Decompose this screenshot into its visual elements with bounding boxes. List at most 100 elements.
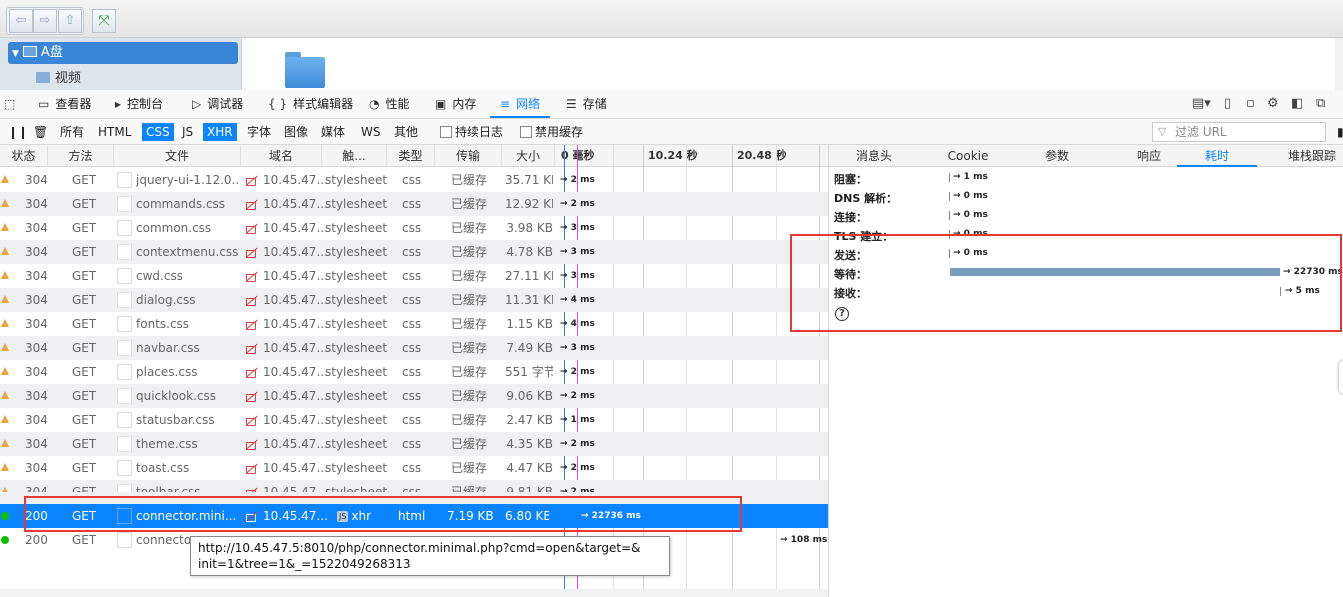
tree-item-video[interactable]: 视频 xyxy=(36,70,81,88)
filter-other[interactable]: 其他 xyxy=(390,123,422,141)
forward-button[interactable]: ⇨ xyxy=(33,9,57,33)
filter-media[interactable]: 媒体 xyxy=(317,123,349,141)
filter-all[interactable]: 所有 xyxy=(56,123,88,141)
devtools-toolbar: ⬚ ▭ 查看器 ▸ 控制台 ▷ 调试器 { } 样式编辑器 ◔ 性能 ▣ 内存 ≡ 网络 ☰ 存… xyxy=(0,90,1343,119)
file-thumbnail xyxy=(117,340,132,356)
clear-button[interactable]: 🗑 xyxy=(29,123,52,141)
table-row[interactable]: 304 GET quicklook.css 10.45.47... styles… xyxy=(0,384,828,408)
split-console-button[interactable]: ▯ xyxy=(1224,90,1231,118)
tree-item-root[interactable]: ▼ A盘 xyxy=(8,42,238,64)
performance-icon: ◔ xyxy=(369,97,380,111)
table-row[interactable]: 304 GET toolbar.css 10.45.47... styleshe… xyxy=(0,480,828,492)
table-row[interactable]: 304 GET toast.css 10.45.47... stylesheet… xyxy=(0,456,828,480)
timing-label-blocked: 阻塞： xyxy=(834,173,867,186)
col-method[interactable]: 方法 xyxy=(48,145,114,167)
filter-html[interactable]: HTML xyxy=(94,123,135,141)
tab-performance[interactable]: ◔ 性能 xyxy=(369,90,410,118)
file-thumbnail xyxy=(117,412,132,428)
tab-headers[interactable]: 消息头 xyxy=(839,145,909,167)
persist-log-checkbox[interactable]: 持续日志 xyxy=(440,124,503,140)
inspector-icon: ▭ xyxy=(38,97,50,111)
filter-js[interactable]: JS xyxy=(178,123,197,141)
fullscreen-icon: ⤧ xyxy=(98,13,110,29)
up-button[interactable]: ⇧ xyxy=(58,9,82,33)
filter-bar: ❙❙ 🗑 所有 HTML CSS JS XHR 字体 图像 媒体 WS 其他 持… xyxy=(0,119,1343,145)
warning-icon xyxy=(1,415,9,423)
tab-params[interactable]: 参数 xyxy=(1022,145,1092,167)
table-row[interactable]: 304 GET commands.css 10.45.47... stylesh… xyxy=(0,192,828,216)
tab-storage[interactable]: ☰ 存储 xyxy=(566,90,607,118)
timing-marker xyxy=(949,192,950,201)
panel-toggle-icon: ▮ xyxy=(1337,125,1343,139)
tab-response[interactable]: 响应 xyxy=(1114,145,1184,167)
folder-icon[interactable] xyxy=(285,52,325,88)
waterfall-timing: → 2 ms xyxy=(560,391,595,401)
col-size[interactable]: 大小 xyxy=(502,145,555,167)
tab-network[interactable]: ≡ 网络 xyxy=(490,90,551,118)
timing-marker xyxy=(949,211,950,220)
table-row[interactable]: 304 GET cwd.css 10.45.47... stylesheet c… xyxy=(0,264,828,288)
disk-icon xyxy=(22,46,37,57)
file-manager-toolbar: ⇦ ⇨ ⇧ ⤧ xyxy=(0,0,1343,38)
col-type[interactable]: 类型 xyxy=(387,145,435,167)
tab-style-editor[interactable]: { } 样式编辑器 xyxy=(268,90,353,118)
split-console-icon: ▯ xyxy=(1224,96,1232,111)
fullscreen-button[interactable]: ⤧ xyxy=(92,9,116,33)
back-button[interactable]: ⇦ xyxy=(9,9,33,33)
insecure-lock-icon xyxy=(245,414,258,426)
horizontal-scrollbar[interactable] xyxy=(0,589,828,597)
waterfall-timing: → 2 ms xyxy=(560,367,595,377)
dock-side-button[interactable]: ◧ xyxy=(1291,90,1303,118)
table-row[interactable]: 304 GET navbar.css 10.45.47... styleshee… xyxy=(0,336,828,360)
filter-font[interactable]: 字体 xyxy=(243,123,275,141)
pause-button[interactable]: ❙❙ xyxy=(4,123,32,141)
tab-inspector[interactable]: ▭ 查看器 xyxy=(38,90,91,118)
waterfall-timing: → 108 ms xyxy=(780,535,828,545)
edge-handle[interactable] xyxy=(1339,360,1343,394)
insecure-lock-icon xyxy=(245,342,258,354)
dock-menu-button[interactable]: ▤▾ xyxy=(1192,90,1211,118)
element-picker-button[interactable]: ⬚ xyxy=(4,90,21,118)
warning-icon xyxy=(1,175,9,183)
table-row[interactable]: 304 GET dialog.css 10.45.47... styleshee… xyxy=(0,288,828,312)
tab-debugger[interactable]: ▷ 调试器 xyxy=(192,90,243,118)
tab-console[interactable]: ▸ 控制台 xyxy=(115,90,163,118)
col-domain[interactable]: 域名 xyxy=(241,145,322,167)
filter-ws[interactable]: WS xyxy=(357,123,384,141)
table-row[interactable]: 304 GET places.css 10.45.47... styleshee… xyxy=(0,360,828,384)
tab-stack-trace[interactable]: 堆栈跟踪 xyxy=(1277,145,1343,167)
table-row[interactable]: 304 GET common.css 10.45.47... styleshee… xyxy=(0,216,828,240)
arrow-right-icon: ⇨ xyxy=(39,13,51,28)
col-transfer[interactable]: 传输 xyxy=(435,145,502,167)
file-thumbnail xyxy=(117,364,132,380)
col-cause[interactable]: 触... xyxy=(322,145,387,167)
responsive-button[interactable]: ▫ xyxy=(1246,90,1255,118)
col-file[interactable]: 文件 xyxy=(114,145,241,167)
table-row[interactable]: 304 GET fonts.css 10.45.47... stylesheet… xyxy=(0,312,828,336)
filter-css[interactable]: CSS xyxy=(142,123,174,141)
expand-triangle-icon[interactable]: ▼ xyxy=(12,49,19,59)
table-row[interactable]: 304 GET jquery-ui-1.12.0... 10.45.47... … xyxy=(0,168,828,192)
waterfall-tick-10: 10.24 秒 xyxy=(648,149,698,162)
filter-image[interactable]: 图像 xyxy=(280,123,312,141)
panel-toggle-button[interactable]: ▮ xyxy=(1333,123,1343,141)
network-icon: ≡ xyxy=(500,97,511,111)
warning-icon xyxy=(1,463,9,471)
tab-timings[interactable]: 耗时 xyxy=(1177,145,1257,167)
filter-icon: ▽ xyxy=(1158,125,1167,138)
col-status[interactable]: 状态 xyxy=(0,145,48,167)
tab-cookie[interactable]: Cookie xyxy=(933,145,1003,167)
table-row[interactable]: 304 GET theme.css 10.45.47... stylesheet… xyxy=(0,432,828,456)
disable-cache-checkbox[interactable]: 禁用缓存 xyxy=(520,124,583,140)
scrollbar[interactable] xyxy=(1335,38,1343,90)
table-row[interactable]: 304 GET statusbar.css 10.45.47... styles… xyxy=(0,408,828,432)
filter-url-input[interactable]: ▽ 过滤 URL xyxy=(1152,122,1326,142)
separate-window-button[interactable]: ⧉ xyxy=(1316,90,1325,118)
table-row[interactable]: 304 GET contextmenu.css 10.45.47... styl… xyxy=(0,240,828,264)
waterfall-timing: → 3 ms xyxy=(560,247,595,257)
filter-xhr[interactable]: XHR xyxy=(203,123,237,141)
tab-memory[interactable]: ▣ 内存 xyxy=(435,90,476,118)
settings-button[interactable]: ⚙ xyxy=(1267,90,1279,118)
file-thumbnail xyxy=(117,532,132,548)
insecure-lock-icon xyxy=(245,390,258,402)
